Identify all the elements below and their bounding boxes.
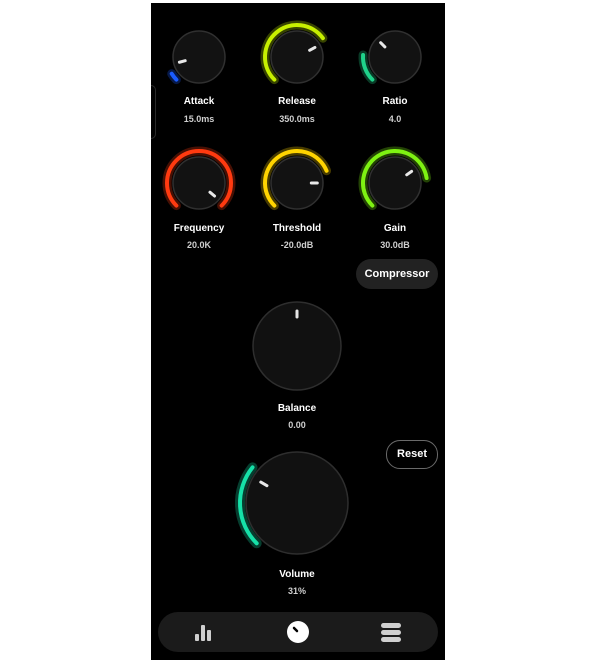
gain-value: 30.0dB xyxy=(380,240,410,250)
nav-item-menu[interactable] xyxy=(361,612,421,652)
balance-value: 0.00 xyxy=(288,420,306,430)
balance-label: Balance xyxy=(277,403,317,414)
bottom-nav-bar xyxy=(158,612,438,652)
menu-list-icon xyxy=(381,623,401,642)
reset-button[interactable]: Reset xyxy=(386,440,438,469)
side-tab xyxy=(151,85,156,139)
ratio-value: 4.0 xyxy=(388,114,402,124)
knob-icon xyxy=(287,621,309,643)
volume-label: Volume xyxy=(279,569,315,580)
volume-value: 31% xyxy=(287,586,306,596)
nav-item-knobs[interactable] xyxy=(268,612,328,652)
ratio-label: Ratio xyxy=(382,96,408,107)
bars-chart-icon xyxy=(195,625,211,641)
compressor-button[interactable]: Compressor xyxy=(356,259,438,289)
gain-label: Gain xyxy=(383,223,407,234)
nav-item-analyzer[interactable] xyxy=(175,612,235,652)
